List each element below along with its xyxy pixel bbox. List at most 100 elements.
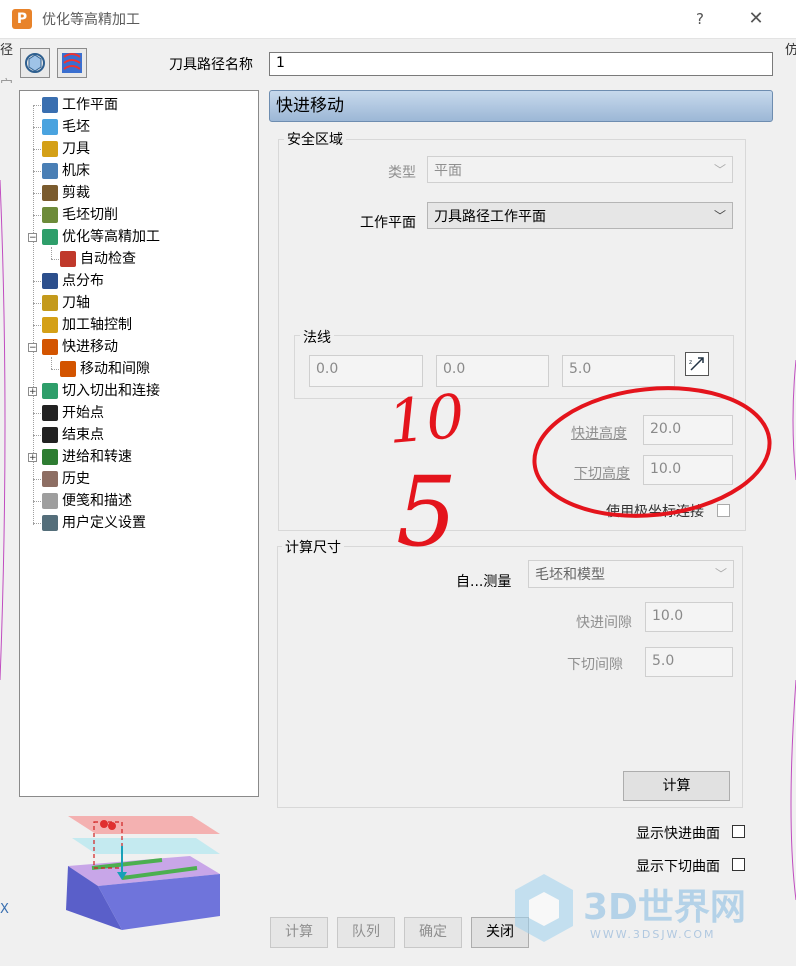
tree-item-label: 进给和转速 bbox=[62, 449, 132, 465]
background-fragment: 径 bbox=[0, 43, 14, 58]
polar-link-checkbox[interactable] bbox=[717, 504, 730, 517]
tree-item-label: 切入切出和连接 bbox=[62, 383, 160, 399]
tree-item-label: 剪裁 bbox=[62, 185, 90, 201]
trim-icon bbox=[42, 185, 58, 201]
show-rapid-surface-label: 显示快进曲面 bbox=[636, 826, 720, 842]
chevron-down-icon: ﹀ bbox=[713, 163, 726, 177]
svg-text:z: z bbox=[689, 359, 692, 366]
strategy-button[interactable] bbox=[20, 48, 50, 78]
strategy-icon bbox=[25, 53, 45, 73]
block-icon bbox=[42, 119, 58, 135]
workplane-dropdown[interactable]: 刀具路径工作平面 ﹀ bbox=[427, 202, 733, 229]
chevron-down-icon: ﹀ bbox=[713, 209, 726, 223]
tree-item[interactable]: 历史 bbox=[42, 468, 90, 490]
tree-item-label: 工作平面 bbox=[62, 97, 118, 113]
start-point-icon bbox=[42, 405, 58, 421]
history-icon bbox=[42, 471, 58, 487]
block-cut-icon bbox=[42, 207, 58, 223]
pick-direction-icon: z bbox=[689, 357, 704, 371]
tree-item[interactable]: 加工轴控制 bbox=[42, 314, 132, 336]
tree-item[interactable]: 自动检查 bbox=[60, 248, 136, 270]
footer-calc-button[interactable]: 计算 bbox=[270, 917, 328, 948]
tree-item-label: 毛坯 bbox=[62, 119, 90, 135]
help-button[interactable]: ? bbox=[688, 7, 712, 31]
normal-title: 法线 bbox=[300, 327, 334, 347]
tree-item[interactable]: 快进移动 bbox=[42, 336, 118, 358]
auto-measure-dropdown[interactable]: 毛坯和模型 ﹀ bbox=[528, 560, 734, 588]
plunge-height-field[interactable]: 10.0 bbox=[643, 455, 733, 485]
type-value: 平面 bbox=[434, 163, 462, 179]
tree-item[interactable]: 用户定义设置 bbox=[42, 512, 146, 534]
moves-clearance-icon bbox=[60, 361, 76, 377]
plunge-gap-label: 下切间隙 bbox=[567, 657, 623, 673]
tree-item[interactable]: 便笺和描述 bbox=[42, 490, 132, 512]
point-distribution-icon bbox=[42, 273, 58, 289]
tree-item-label: 用户定义设置 bbox=[62, 515, 146, 531]
toolpath-name-input[interactable]: 1 bbox=[269, 52, 773, 76]
normal-x-field[interactable]: 0.0 bbox=[309, 355, 423, 387]
tree-item[interactable]: 优化等高精加工 bbox=[42, 226, 160, 248]
tree-item[interactable]: 毛坯 bbox=[42, 116, 90, 138]
tree-item[interactable]: 工作平面 bbox=[42, 94, 118, 116]
tree-item-label: 优化等高精加工 bbox=[62, 229, 160, 245]
tool-icon bbox=[42, 141, 58, 157]
tree-item-label: 毛坯切削 bbox=[62, 207, 118, 223]
tree-item-label: 快进移动 bbox=[62, 339, 118, 355]
show-plunge-surface-label: 显示下切曲面 bbox=[636, 859, 720, 875]
safe-area-title: 安全区域 bbox=[284, 129, 346, 149]
tree-expander[interactable]: − bbox=[28, 233, 37, 243]
tree-expander[interactable]: + bbox=[28, 387, 37, 397]
strategy-icon bbox=[42, 229, 58, 245]
footer-queue-button[interactable]: 队列 bbox=[337, 917, 395, 948]
normal-z-field[interactable]: 5.0 bbox=[562, 355, 675, 387]
plunge-gap-field[interactable]: 5.0 bbox=[645, 647, 733, 677]
auto-measure-value: 毛坯和模型 bbox=[535, 567, 605, 583]
tree-expander[interactable]: + bbox=[28, 453, 37, 463]
rapid-gap-label: 快进间隙 bbox=[576, 615, 632, 631]
tree-item-label: 点分布 bbox=[62, 273, 104, 289]
workplane-value: 刀具路径工作平面 bbox=[434, 209, 546, 225]
tree-item-label: 加工轴控制 bbox=[62, 317, 132, 333]
workplane-label: 工作平面 bbox=[360, 215, 416, 231]
tree-item[interactable]: 剪裁 bbox=[42, 182, 90, 204]
close-window-button[interactable]: ✕ bbox=[744, 7, 768, 31]
tree-item[interactable]: 毛坯切削 bbox=[42, 204, 118, 226]
pick-direction-button[interactable]: z bbox=[685, 352, 709, 376]
background-fragment: X bbox=[0, 902, 9, 917]
tree-item[interactable]: 刀轴 bbox=[42, 292, 90, 314]
rapid-height-label: 快进高度 bbox=[571, 426, 627, 442]
calc-dims-button[interactable]: 计算 bbox=[623, 771, 730, 801]
tree-item[interactable]: 机床 bbox=[42, 160, 90, 182]
plunge-height-label: 下切高度 bbox=[574, 466, 630, 482]
tree-item-label: 开始点 bbox=[62, 405, 104, 421]
tree-item[interactable]: 点分布 bbox=[42, 270, 104, 292]
toolpath-pattern-button[interactable] bbox=[57, 48, 87, 78]
end-point-icon bbox=[42, 427, 58, 443]
rapid-move-illustration bbox=[62, 808, 227, 938]
tree-item[interactable]: 进给和转速 bbox=[42, 446, 132, 468]
tool-axis-icon bbox=[42, 295, 58, 311]
watermark-logo bbox=[513, 872, 575, 944]
show-rapid-surface-checkbox[interactable] bbox=[732, 825, 745, 838]
chevron-down-icon: ﹀ bbox=[714, 567, 727, 581]
rapid-height-field[interactable]: 20.0 bbox=[643, 415, 733, 445]
background-fragment: 宀 bbox=[0, 78, 14, 93]
tree-item[interactable]: 刀具 bbox=[42, 138, 90, 160]
tree-item[interactable]: 结束点 bbox=[42, 424, 104, 446]
window-title: 优化等高精加工 bbox=[42, 12, 140, 28]
tree-expander[interactable]: − bbox=[28, 343, 37, 353]
tree-item-label: 机床 bbox=[62, 163, 90, 179]
tree-item[interactable]: 移动和间隙 bbox=[60, 358, 150, 380]
background-fragment: 仿 bbox=[785, 43, 796, 58]
footer-ok-button[interactable]: 确定 bbox=[404, 917, 462, 948]
show-plunge-surface-checkbox[interactable] bbox=[732, 858, 745, 871]
feeds-speeds-icon bbox=[42, 449, 58, 465]
user-settings-icon bbox=[42, 515, 58, 531]
normal-y-field[interactable]: 0.0 bbox=[436, 355, 549, 387]
watermark-brand: 3D世界网 bbox=[583, 887, 746, 928]
rapid-gap-field[interactable]: 10.0 bbox=[645, 602, 733, 632]
notes-icon bbox=[42, 493, 58, 509]
tree-item[interactable]: 开始点 bbox=[42, 402, 104, 424]
tree-item[interactable]: 切入切出和连接 bbox=[42, 380, 160, 402]
rapid-move-icon bbox=[42, 339, 58, 355]
